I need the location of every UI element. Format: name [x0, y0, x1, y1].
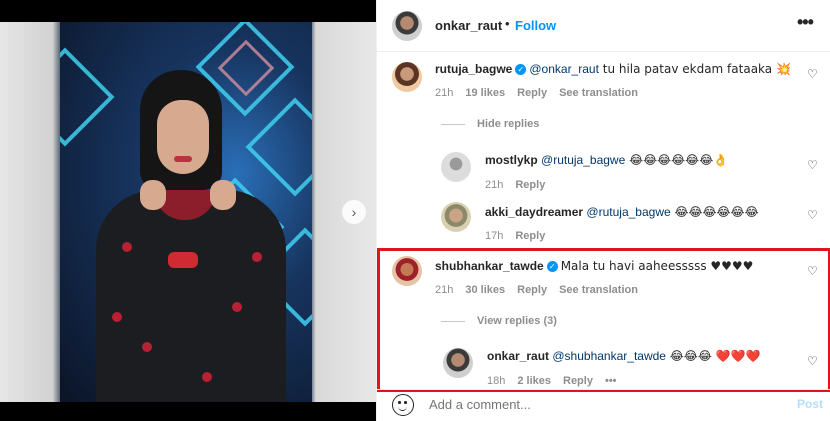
comment: akki_daydreamer @rutuja_bagwe 😂😂😂😂😂😂	[485, 205, 795, 219]
comment-options-icon[interactable]: •••	[605, 375, 617, 387]
reply-button[interactable]: Reply	[515, 179, 545, 191]
rose-print	[142, 342, 152, 352]
follow-button[interactable]: Follow	[515, 18, 556, 33]
comment-username[interactable]: shubhankar_tawde	[435, 259, 544, 273]
reply-button[interactable]: Reply	[517, 284, 547, 296]
comment-meta: 21h 19 likes Reply See translation	[435, 87, 638, 99]
like-heart-icon[interactable]: ♡	[807, 354, 818, 368]
reply-button[interactable]: Reply	[563, 375, 593, 387]
media-top-bar	[0, 0, 376, 22]
comment-time: 21h	[435, 284, 454, 296]
comment-mention[interactable]: @shubhankar_tawde	[552, 349, 666, 363]
rose-print	[202, 372, 212, 382]
comment-input[interactable]	[429, 397, 729, 412]
comment-likes[interactable]: 2 likes	[517, 375, 551, 387]
divider-line	[441, 123, 465, 125]
comment-meta: 17h Reply	[485, 230, 545, 242]
avatar[interactable]	[392, 256, 422, 286]
comment: onkar_raut @shubhankar_tawde 😂😂😂 ❤️❤️❤️	[487, 349, 797, 363]
rose-print	[112, 312, 122, 322]
replies-toggle-label[interactable]: Hide replies	[477, 118, 539, 130]
post-media: ›	[0, 0, 376, 421]
comment-time: 21h	[485, 179, 504, 191]
hide-replies-button[interactable]: Hide replies	[441, 118, 539, 130]
comment-mention[interactable]: @onkar_raut	[529, 62, 599, 76]
chevron-right-icon[interactable]: ›	[342, 200, 366, 224]
divider-line	[441, 320, 465, 322]
comment-mention[interactable]: @rutuja_bagwe	[541, 153, 625, 167]
view-replies-button[interactable]: View replies (3)	[441, 315, 557, 327]
comment-username[interactable]: akki_daydreamer	[485, 205, 583, 219]
comment: rutuja_bagwe ✓ @onkar_raut tu hila patav e…	[435, 62, 795, 76]
like-heart-icon[interactable]: ♡	[807, 264, 818, 278]
emoji-picker-icon[interactable]	[392, 394, 414, 416]
reply-button[interactable]: Reply	[517, 87, 547, 99]
replies-toggle-label[interactable]: View replies (3)	[477, 315, 557, 327]
rose-print	[252, 252, 262, 262]
comment-username[interactable]: rutuja_bagwe	[435, 62, 512, 76]
avatar[interactable]	[392, 11, 422, 41]
comment-meta: 21h Reply	[485, 179, 545, 191]
avatar[interactable]	[441, 202, 471, 232]
comment-meta: 18h 2 likes Reply •••	[487, 375, 617, 387]
face	[157, 100, 209, 174]
like-heart-icon[interactable]: ♡	[807, 67, 818, 81]
verified-badge-icon: ✓	[546, 261, 558, 272]
see-translation-button[interactable]: See translation	[559, 284, 638, 296]
comment-time: 17h	[485, 230, 504, 242]
left-hand	[140, 180, 166, 210]
comment-time: 18h	[487, 375, 506, 387]
separator-dot: •	[505, 16, 510, 31]
post-photo[interactable]	[0, 22, 376, 402]
bangles	[168, 252, 198, 268]
person-figure	[82, 52, 292, 402]
verified-badge-icon: ✓	[515, 64, 527, 75]
comment-composer: Post	[377, 389, 830, 421]
comment-username[interactable]: mostlykp	[485, 153, 538, 167]
reply-button[interactable]: Reply	[515, 230, 545, 242]
comment-text: 😂😂😂 ❤️❤️❤️	[665, 349, 761, 363]
more-options-icon[interactable]: •••	[797, 12, 814, 33]
post-header: onkar_raut • Follow •••	[377, 0, 830, 52]
media-bottom-bar	[0, 402, 376, 421]
photo-stage-background	[60, 22, 312, 402]
comment-text: 😂😂😂😂😂😂👌	[625, 153, 729, 167]
comment-text: tu hila patav ekdam fataaka 💥	[598, 62, 791, 76]
rose-print	[232, 302, 242, 312]
comment: shubhankar_tawde ✓ Mala tu havi aaheesssss…	[435, 259, 795, 273]
rose-print	[122, 242, 132, 252]
comment-username[interactable]: onkar_raut	[487, 349, 549, 363]
see-translation-button[interactable]: See translation	[559, 87, 638, 99]
comment-text: 😂😂😂😂😂😂	[670, 205, 759, 219]
dress	[96, 190, 286, 402]
comment-text: Mala tu havi aaheesssss ♥♥♥♥	[560, 259, 754, 273]
post-button[interactable]: Post	[797, 397, 823, 411]
comment-time: 21h	[435, 87, 454, 99]
comment-likes[interactable]: 30 likes	[465, 284, 505, 296]
comment-likes[interactable]: 19 likes	[465, 87, 505, 99]
right-hand	[210, 180, 236, 210]
comment: mostlykp @rutuja_bagwe 😂😂😂😂😂😂👌	[485, 153, 795, 167]
avatar[interactable]	[443, 348, 473, 378]
comment-meta: 21h 30 likes Reply See translation	[435, 284, 638, 296]
owner-username[interactable]: onkar_raut	[435, 18, 502, 33]
like-heart-icon[interactable]: ♡	[807, 158, 818, 172]
lips	[174, 156, 192, 162]
comment-mention[interactable]: @rutuja_bagwe	[586, 205, 670, 219]
avatar[interactable]	[392, 62, 422, 92]
comments-panel: onkar_raut • Follow ••• rutuja_bagwe ✓ @on…	[376, 0, 830, 421]
avatar[interactable]	[441, 152, 471, 182]
like-heart-icon[interactable]: ♡	[807, 208, 818, 222]
